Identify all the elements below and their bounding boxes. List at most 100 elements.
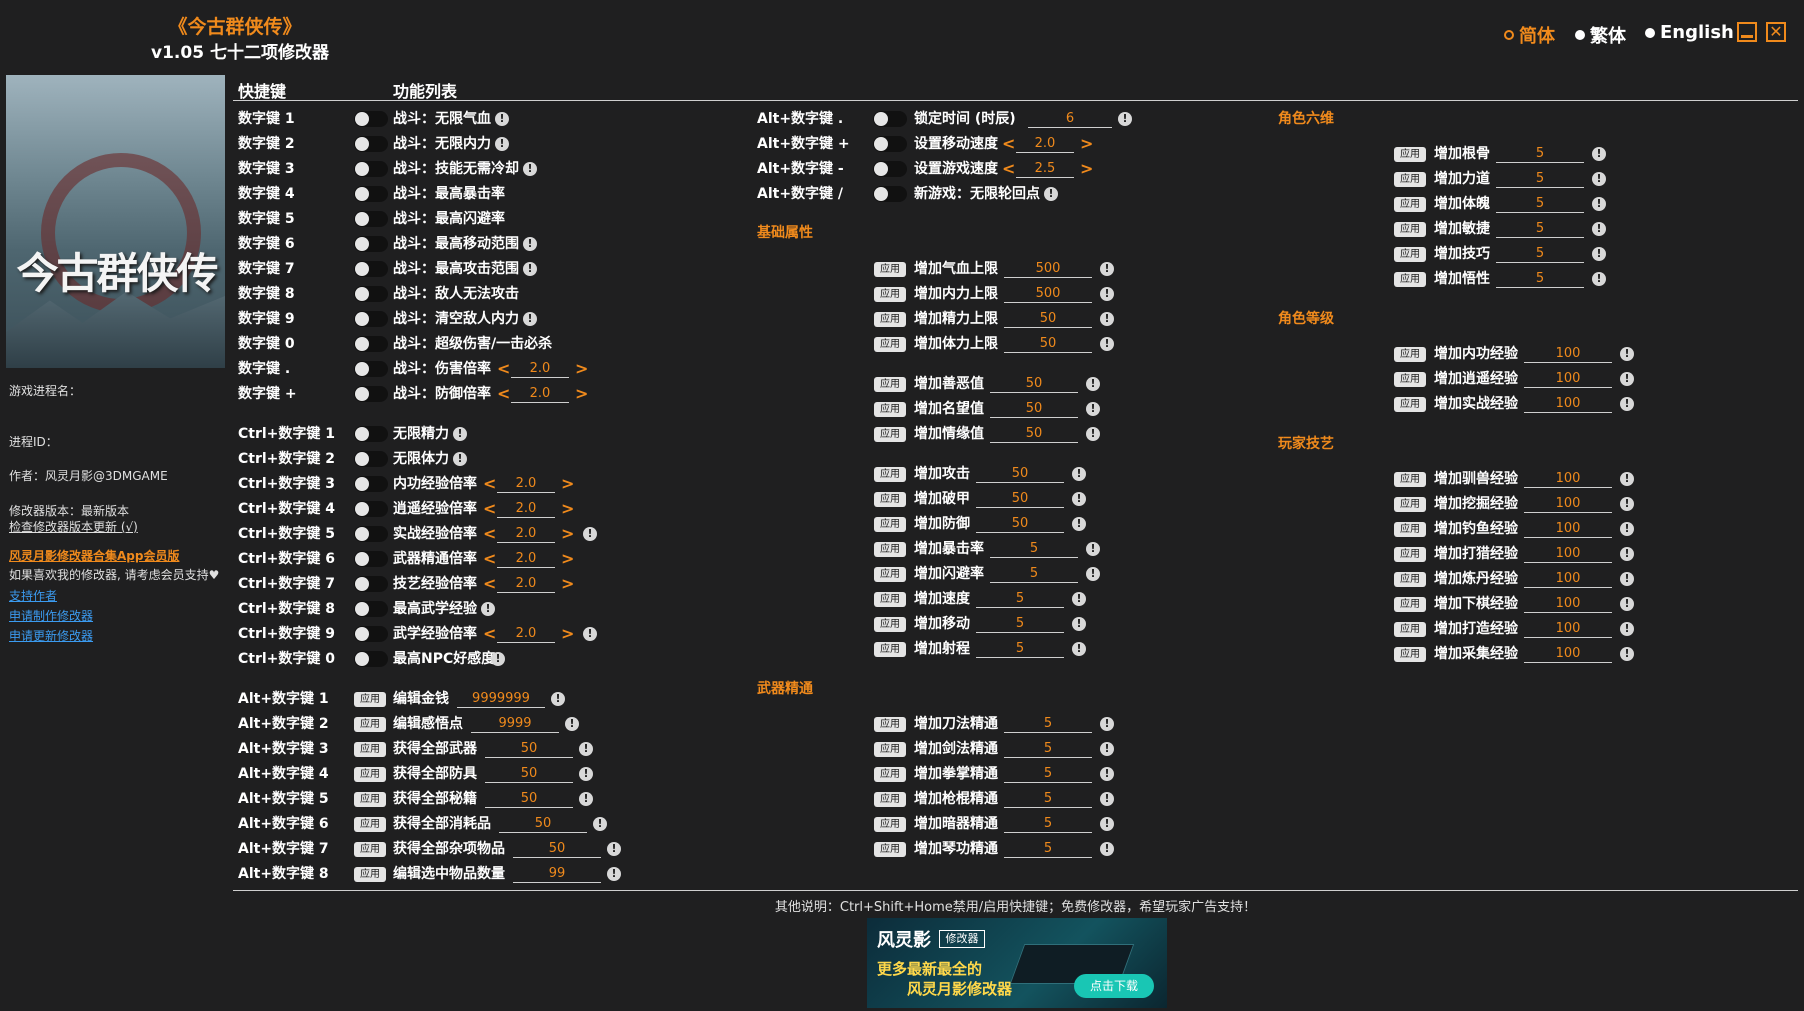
decrease-arrow-button[interactable]: < [483, 475, 496, 493]
decrease-arrow-button[interactable]: < [483, 625, 496, 643]
check-update-link[interactable]: 检查修改器版本更新 (√) [9, 518, 138, 535]
info-icon[interactable]: ! [583, 527, 597, 541]
info-icon[interactable]: ! [607, 842, 621, 856]
info-icon[interactable]: ! [1086, 402, 1100, 416]
value-input[interactable]: 50 [990, 400, 1078, 418]
request-update-link[interactable]: 申请更新修改器 [9, 627, 93, 644]
info-icon[interactable]: ! [453, 427, 467, 441]
apply-button[interactable]: 应用 [1394, 622, 1426, 637]
value-input[interactable]: 2.5 [1016, 160, 1074, 178]
toggle-switch[interactable] [354, 111, 388, 127]
increase-arrow-button[interactable]: > [1080, 160, 1093, 178]
apply-button[interactable]: 应用 [1394, 147, 1426, 162]
apply-button[interactable]: 应用 [1394, 172, 1426, 187]
value-input[interactable]: 5 [1496, 145, 1584, 163]
info-icon[interactable]: ! [1100, 312, 1114, 326]
toggle-switch[interactable] [354, 336, 388, 352]
lang-simplified-radio[interactable]: 简体 [1504, 22, 1555, 48]
lang-traditional-radio[interactable]: 繁体 [1575, 22, 1626, 48]
value-input[interactable]: 50 [976, 490, 1064, 508]
apply-button[interactable]: 应用 [1394, 397, 1426, 412]
increase-arrow-button[interactable]: > [561, 500, 574, 518]
increase-arrow-button[interactable]: > [561, 525, 574, 543]
toggle-switch[interactable] [354, 211, 388, 227]
value-input[interactable]: 100 [1524, 395, 1612, 413]
apply-button[interactable]: 应用 [1394, 472, 1426, 487]
info-icon[interactable]: ! [1100, 767, 1114, 781]
apply-button[interactable]: 应用 [874, 427, 906, 442]
apply-button[interactable]: 应用 [1394, 547, 1426, 562]
value-input[interactable]: 100 [1524, 345, 1612, 363]
info-icon[interactable]: ! [1100, 817, 1114, 831]
toggle-switch[interactable] [354, 601, 388, 617]
info-icon[interactable]: ! [1592, 172, 1606, 186]
value-input[interactable]: 50 [990, 375, 1078, 393]
info-icon[interactable]: ! [583, 627, 597, 641]
apply-button[interactable]: 应用 [874, 467, 906, 482]
ad-banner[interactable]: 风灵影 修改器 更多最新最全的 风灵月影修改器 点击下载 [867, 918, 1167, 1008]
increase-arrow-button[interactable]: > [575, 385, 588, 403]
value-input[interactable]: 50 [1004, 310, 1092, 328]
increase-arrow-button[interactable]: > [561, 550, 574, 568]
decrease-arrow-button[interactable]: < [497, 360, 510, 378]
decrease-arrow-button[interactable]: < [1002, 160, 1015, 178]
value-input[interactable]: 100 [1524, 470, 1612, 488]
apply-button[interactable]: 应用 [1394, 197, 1426, 212]
apply-button[interactable]: 应用 [1394, 272, 1426, 287]
info-icon[interactable]: ! [1044, 187, 1058, 201]
toggle-switch[interactable] [354, 186, 388, 202]
info-icon[interactable]: ! [1620, 497, 1634, 511]
info-icon[interactable]: ! [1620, 372, 1634, 386]
increase-arrow-button[interactable]: > [561, 475, 574, 493]
value-input[interactable]: 50 [485, 790, 573, 808]
info-icon[interactable]: ! [551, 692, 565, 706]
apply-button[interactable]: 应用 [354, 742, 386, 757]
decrease-arrow-button[interactable]: < [483, 525, 496, 543]
value-input[interactable]: 50 [990, 425, 1078, 443]
info-icon[interactable]: ! [1100, 792, 1114, 806]
apply-button[interactable]: 应用 [1394, 597, 1426, 612]
info-icon[interactable]: ! [1118, 112, 1132, 126]
toggle-switch[interactable] [354, 426, 388, 442]
info-icon[interactable]: ! [1620, 597, 1634, 611]
apply-button[interactable]: 应用 [1394, 347, 1426, 362]
value-input[interactable]: 50 [513, 840, 601, 858]
info-icon[interactable]: ! [1592, 197, 1606, 211]
decrease-arrow-button[interactable]: < [483, 550, 496, 568]
info-icon[interactable]: ! [565, 717, 579, 731]
toggle-switch[interactable] [873, 136, 907, 152]
value-input[interactable]: 100 [1524, 370, 1612, 388]
apply-button[interactable]: 应用 [874, 792, 906, 807]
value-input[interactable]: 50 [1004, 335, 1092, 353]
value-input[interactable]: 2.0 [511, 385, 569, 403]
value-input[interactable]: 100 [1524, 495, 1612, 513]
toggle-switch[interactable] [354, 451, 388, 467]
info-icon[interactable]: ! [1100, 262, 1114, 276]
apply-button[interactable]: 应用 [874, 742, 906, 757]
info-icon[interactable]: ! [1086, 427, 1100, 441]
value-input[interactable]: 2.0 [1016, 135, 1074, 153]
close-icon[interactable]: ✕ [1766, 22, 1786, 42]
apply-button[interactable]: 应用 [1394, 247, 1426, 262]
value-input[interactable]: 5 [1004, 790, 1092, 808]
info-icon[interactable]: ! [1100, 287, 1114, 301]
apply-button[interactable]: 应用 [874, 542, 906, 557]
info-icon[interactable]: ! [523, 312, 537, 326]
info-icon[interactable]: ! [579, 742, 593, 756]
value-input[interactable]: 5 [990, 565, 1078, 583]
info-icon[interactable]: ! [523, 162, 537, 176]
value-input[interactable]: 100 [1524, 645, 1612, 663]
info-icon[interactable]: ! [1072, 592, 1086, 606]
request-trainer-link[interactable]: 申请制作修改器 [9, 607, 93, 624]
value-input[interactable]: 100 [1524, 545, 1612, 563]
value-input[interactable]: 5 [1004, 840, 1092, 858]
value-input[interactable]: 50 [976, 515, 1064, 533]
info-icon[interactable]: ! [495, 137, 509, 151]
value-input[interactable]: 6 [1028, 110, 1112, 128]
value-input[interactable]: 5 [1004, 765, 1092, 783]
toggle-switch[interactable] [354, 361, 388, 377]
info-icon[interactable]: ! [523, 262, 537, 276]
apply-button[interactable]: 应用 [874, 617, 906, 632]
toggle-switch[interactable] [354, 386, 388, 402]
decrease-arrow-button[interactable]: < [1002, 135, 1015, 153]
